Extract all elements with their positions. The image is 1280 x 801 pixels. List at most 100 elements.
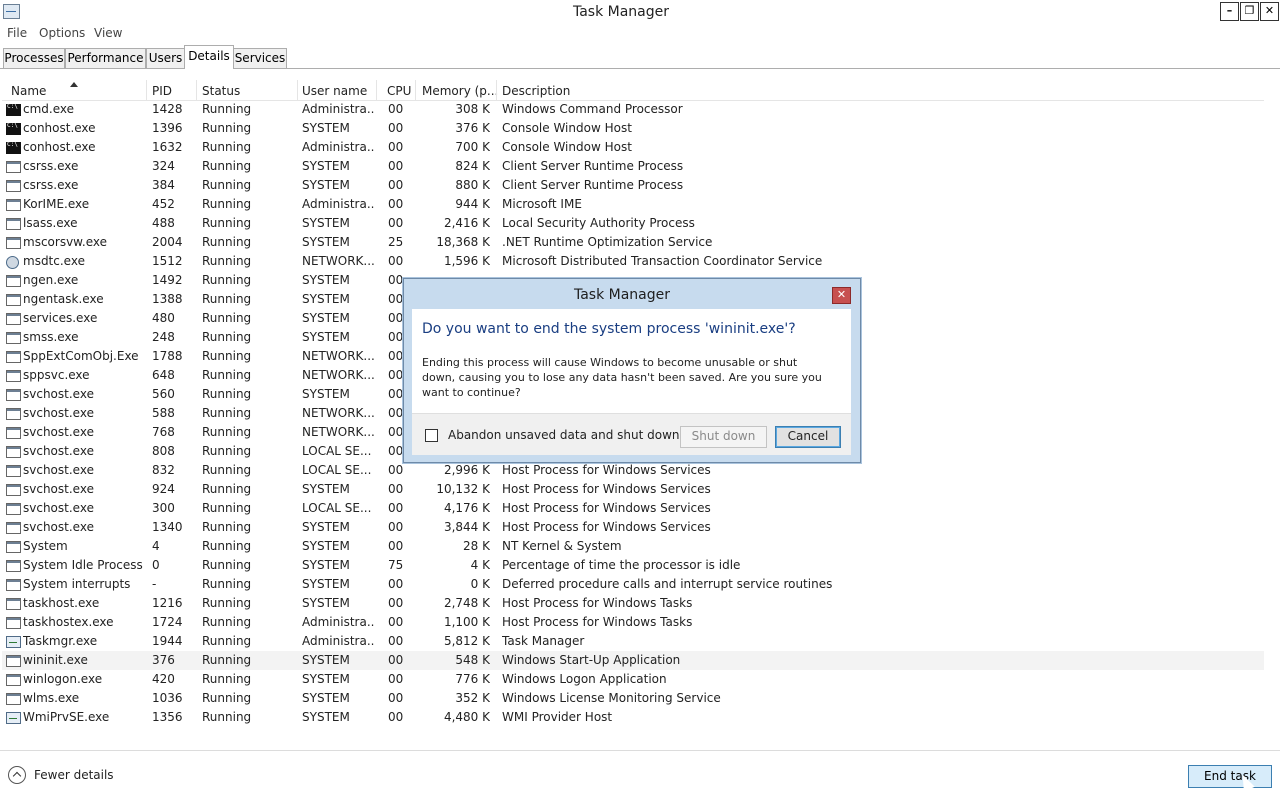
tab-services[interactable]: Services — [233, 48, 287, 68]
table-row[interactable]: winlogon.exe 420 Running SYSTEM 00 776 K Windo… — [2, 670, 1264, 689]
process-pid: 924 — [152, 482, 175, 496]
process-description: Client Server Runtime Process — [502, 178, 684, 192]
process-status: Running — [202, 501, 252, 515]
process-user: NETWORK... — [302, 406, 374, 420]
end-process-dialog: Task Manager ✕ Do you want to end the sy… — [403, 278, 861, 463]
menu-view[interactable]: View — [94, 26, 122, 40]
table-row[interactable]: svchost.exe 300 Running LOCAL SE... 00 4,176 … — [2, 499, 1264, 518]
table-row[interactable]: WmiPrvSE.exe 1356 Running SYSTEM 00 4,480 K WM… — [2, 708, 1264, 727]
close-button[interactable]: ✕ — [1260, 2, 1279, 21]
process-name: System interrupts — [23, 577, 131, 591]
title-bar: Task Manager – ❐ ✕ — [0, 0, 1280, 24]
process-user: SYSTEM — [302, 292, 350, 306]
process-status: Running — [202, 273, 252, 287]
cancel-button[interactable]: Cancel — [775, 426, 841, 448]
tab-details[interactable]: Details — [184, 45, 234, 69]
table-row[interactable]: conhost.exe 1632 Running Administra... 00 700… — [2, 138, 1264, 157]
process-pid: 768 — [152, 425, 175, 439]
process-status: Running — [202, 216, 252, 230]
process-description: Deferred procedure calls and interrupt s… — [502, 577, 833, 591]
shutdown-button[interactable]: Shut down — [680, 426, 767, 448]
restore-button[interactable]: ❐ — [1240, 2, 1259, 21]
process-window-icon — [6, 465, 21, 477]
process-user: SYSTEM — [302, 178, 350, 192]
menu-file[interactable]: File — [7, 26, 27, 40]
table-row[interactable]: msdtc.exe 1512 Running NETWORK... 00 1,596 K M… — [2, 252, 1264, 271]
process-pid: 1428 — [152, 102, 183, 116]
table-row[interactable]: wlms.exe 1036 Running SYSTEM 00 352 K Windows … — [2, 689, 1264, 708]
console-icon — [6, 141, 21, 154]
table-row[interactable]: System interrupts - Running SYSTEM 00 0 K Defe… — [2, 575, 1264, 594]
column-header-pid[interactable]: PID — [152, 84, 172, 98]
table-row[interactable]: Taskmgr.exe 1944 Running Administra... 00 5,8… — [2, 632, 1264, 651]
column-header-cpu[interactable]: CPU — [387, 84, 411, 98]
process-memory: 880 K — [455, 178, 490, 192]
process-pid: 588 — [152, 406, 175, 420]
column-header-user[interactable]: User name — [302, 84, 367, 98]
table-row[interactable]: taskhostex.exe 1724 Running Administra... 00… — [2, 613, 1264, 632]
process-memory: 4,176 K — [443, 501, 490, 515]
table-row[interactable]: csrss.exe 384 Running SYSTEM 00 880 K Client S… — [2, 176, 1264, 195]
process-cpu: 00 — [388, 634, 404, 648]
process-user: NETWORK... — [302, 368, 374, 382]
column-header-memory[interactable]: Memory (p... — [422, 84, 498, 98]
process-user: Administra... — [302, 140, 374, 154]
process-cpu: 00 — [388, 482, 404, 496]
table-row[interactable]: taskhost.exe 1216 Running SYSTEM 00 2,748 K Ho… — [2, 594, 1264, 613]
process-pid: 488 — [152, 216, 175, 230]
process-memory: 2,748 K — [443, 596, 490, 610]
table-row[interactable]: svchost.exe 924 Running SYSTEM 00 10,132 K Hos… — [2, 480, 1264, 499]
table-row[interactable]: KorIME.exe 452 Running Administra... 00 944 K… — [2, 195, 1264, 214]
process-description: Console Window Host — [502, 140, 632, 154]
dialog-close-button[interactable]: ✕ — [832, 287, 851, 304]
process-name: svchost.exe — [23, 425, 94, 439]
process-status: Running — [202, 653, 252, 667]
process-user: SYSTEM — [302, 596, 350, 610]
column-header-name[interactable]: Name — [11, 84, 46, 98]
process-memory: 18,368 K — [436, 235, 490, 249]
table-row[interactable]: csrss.exe 324 Running SYSTEM 00 824 K Client S… — [2, 157, 1264, 176]
table-row[interactable]: conhost.exe 1396 Running SYSTEM 00 376 K Conso… — [2, 119, 1264, 138]
process-name: lsass.exe — [23, 216, 78, 230]
process-status: Running — [202, 577, 252, 591]
column-header-description[interactable]: Description — [502, 84, 570, 98]
menu-options[interactable]: Options — [39, 26, 85, 40]
process-pid: 2004 — [152, 235, 183, 249]
process-status: Running — [202, 520, 252, 534]
table-row[interactable]: svchost.exe 832 Running LOCAL SE... 00 2,996 … — [2, 461, 1264, 480]
process-window-icon — [6, 617, 21, 629]
console-icon — [6, 122, 21, 135]
chevron-up-icon[interactable] — [8, 766, 26, 784]
abandon-data-checkbox[interactable] — [425, 429, 438, 442]
process-description: Microsoft Distributed Transaction Coordi… — [502, 254, 823, 268]
tab-processes[interactable]: Processes — [3, 48, 65, 68]
table-row[interactable]: cmd.exe 1428 Running Administra... 00 308 K Wi… — [2, 100, 1264, 119]
minimize-button[interactable]: – — [1220, 2, 1239, 21]
table-row[interactable]: System Idle Process 0 Running SYSTEM 75 4 K Pe… — [2, 556, 1264, 575]
process-pid: 1788 — [152, 349, 183, 363]
table-row[interactable]: lsass.exe 488 Running SYSTEM 00 2,416 K Local … — [2, 214, 1264, 233]
process-window-icon — [6, 275, 21, 287]
abandon-data-label[interactable]: Abandon unsaved data and shut down. — [448, 428, 683, 442]
process-memory: 548 K — [455, 653, 490, 667]
table-row[interactable]: wininit.exe 376 Running SYSTEM 00 548 K Window… — [2, 651, 1264, 670]
end-task-button[interactable]: End task — [1188, 765, 1272, 788]
tab-users[interactable]: Users — [146, 48, 185, 68]
process-name: conhost.exe — [23, 140, 96, 154]
table-row[interactable]: svchost.exe 1340 Running SYSTEM 00 3,844 K Hos… — [2, 518, 1264, 537]
fewer-details-link[interactable]: Fewer details — [34, 768, 114, 782]
process-status: Running — [202, 615, 252, 629]
process-pid: 376 — [152, 653, 175, 667]
column-header-status[interactable]: Status — [202, 84, 240, 98]
process-cpu: 00 — [388, 102, 404, 116]
process-name: wlms.exe — [23, 691, 80, 705]
process-pid: 808 — [152, 444, 175, 458]
process-status: Running — [202, 444, 252, 458]
process-status: Running — [202, 292, 252, 306]
table-row[interactable]: mscorsvw.exe 2004 Running SYSTEM 25 18,368 K.… — [2, 233, 1264, 252]
table-row[interactable]: System 4 Running SYSTEM 00 28 K NT Kernel & Sy… — [2, 537, 1264, 556]
process-memory: 308 K — [455, 102, 490, 116]
process-name: smss.exe — [23, 330, 79, 344]
process-window-icon — [6, 446, 21, 458]
tab-performance[interactable]: Performance — [65, 48, 146, 68]
